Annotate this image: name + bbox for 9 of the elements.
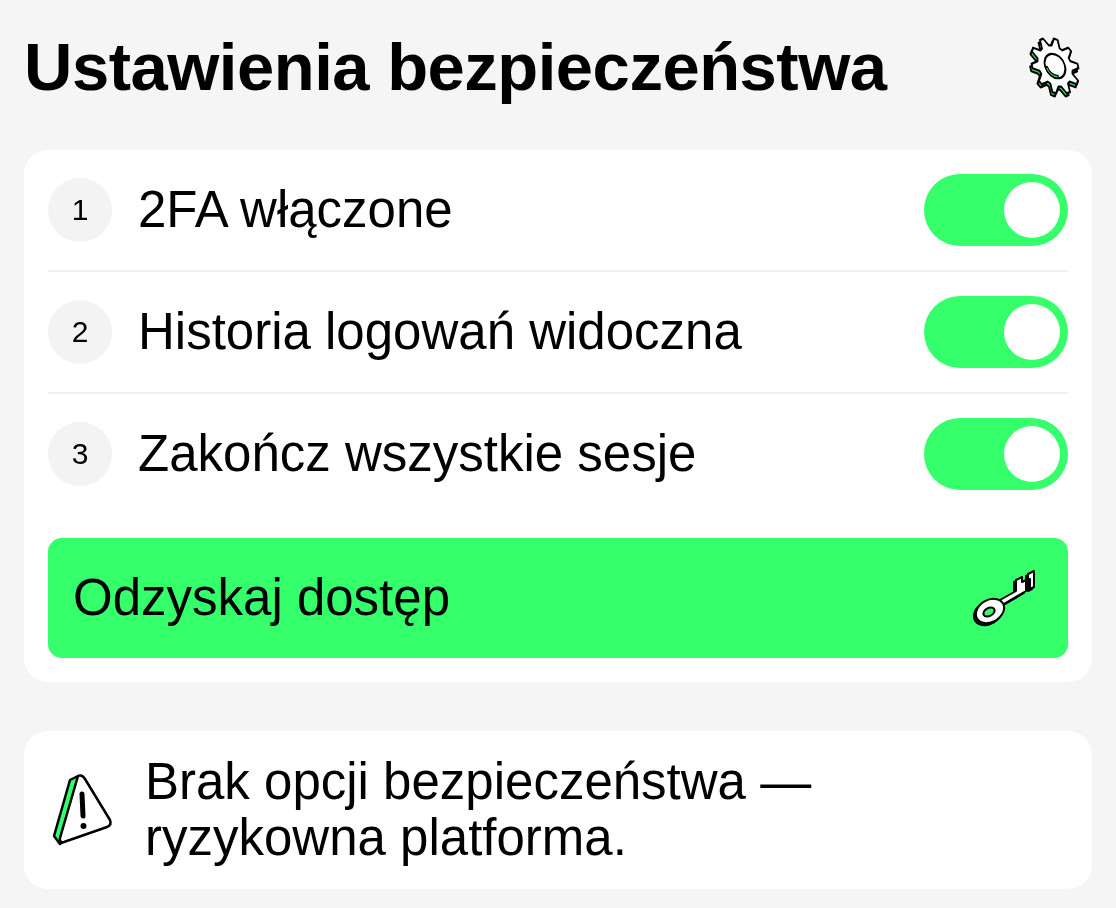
step-number: 2 [48, 300, 112, 364]
warning-icon [52, 772, 114, 848]
recover-access-button[interactable]: Odzyskaj dostęp [48, 538, 1068, 658]
setting-label: 2FA włączone [138, 180, 454, 241]
setting-label: Zakończ wszystkie sesje [138, 424, 698, 485]
step-number: 1 [48, 178, 112, 242]
step-number: 3 [48, 422, 112, 486]
setting-label: Historia logowań widoczna [138, 302, 743, 363]
warning-message: Brak opcji bezpieczeństwa — ryzykowna platforma. [145, 754, 813, 866]
